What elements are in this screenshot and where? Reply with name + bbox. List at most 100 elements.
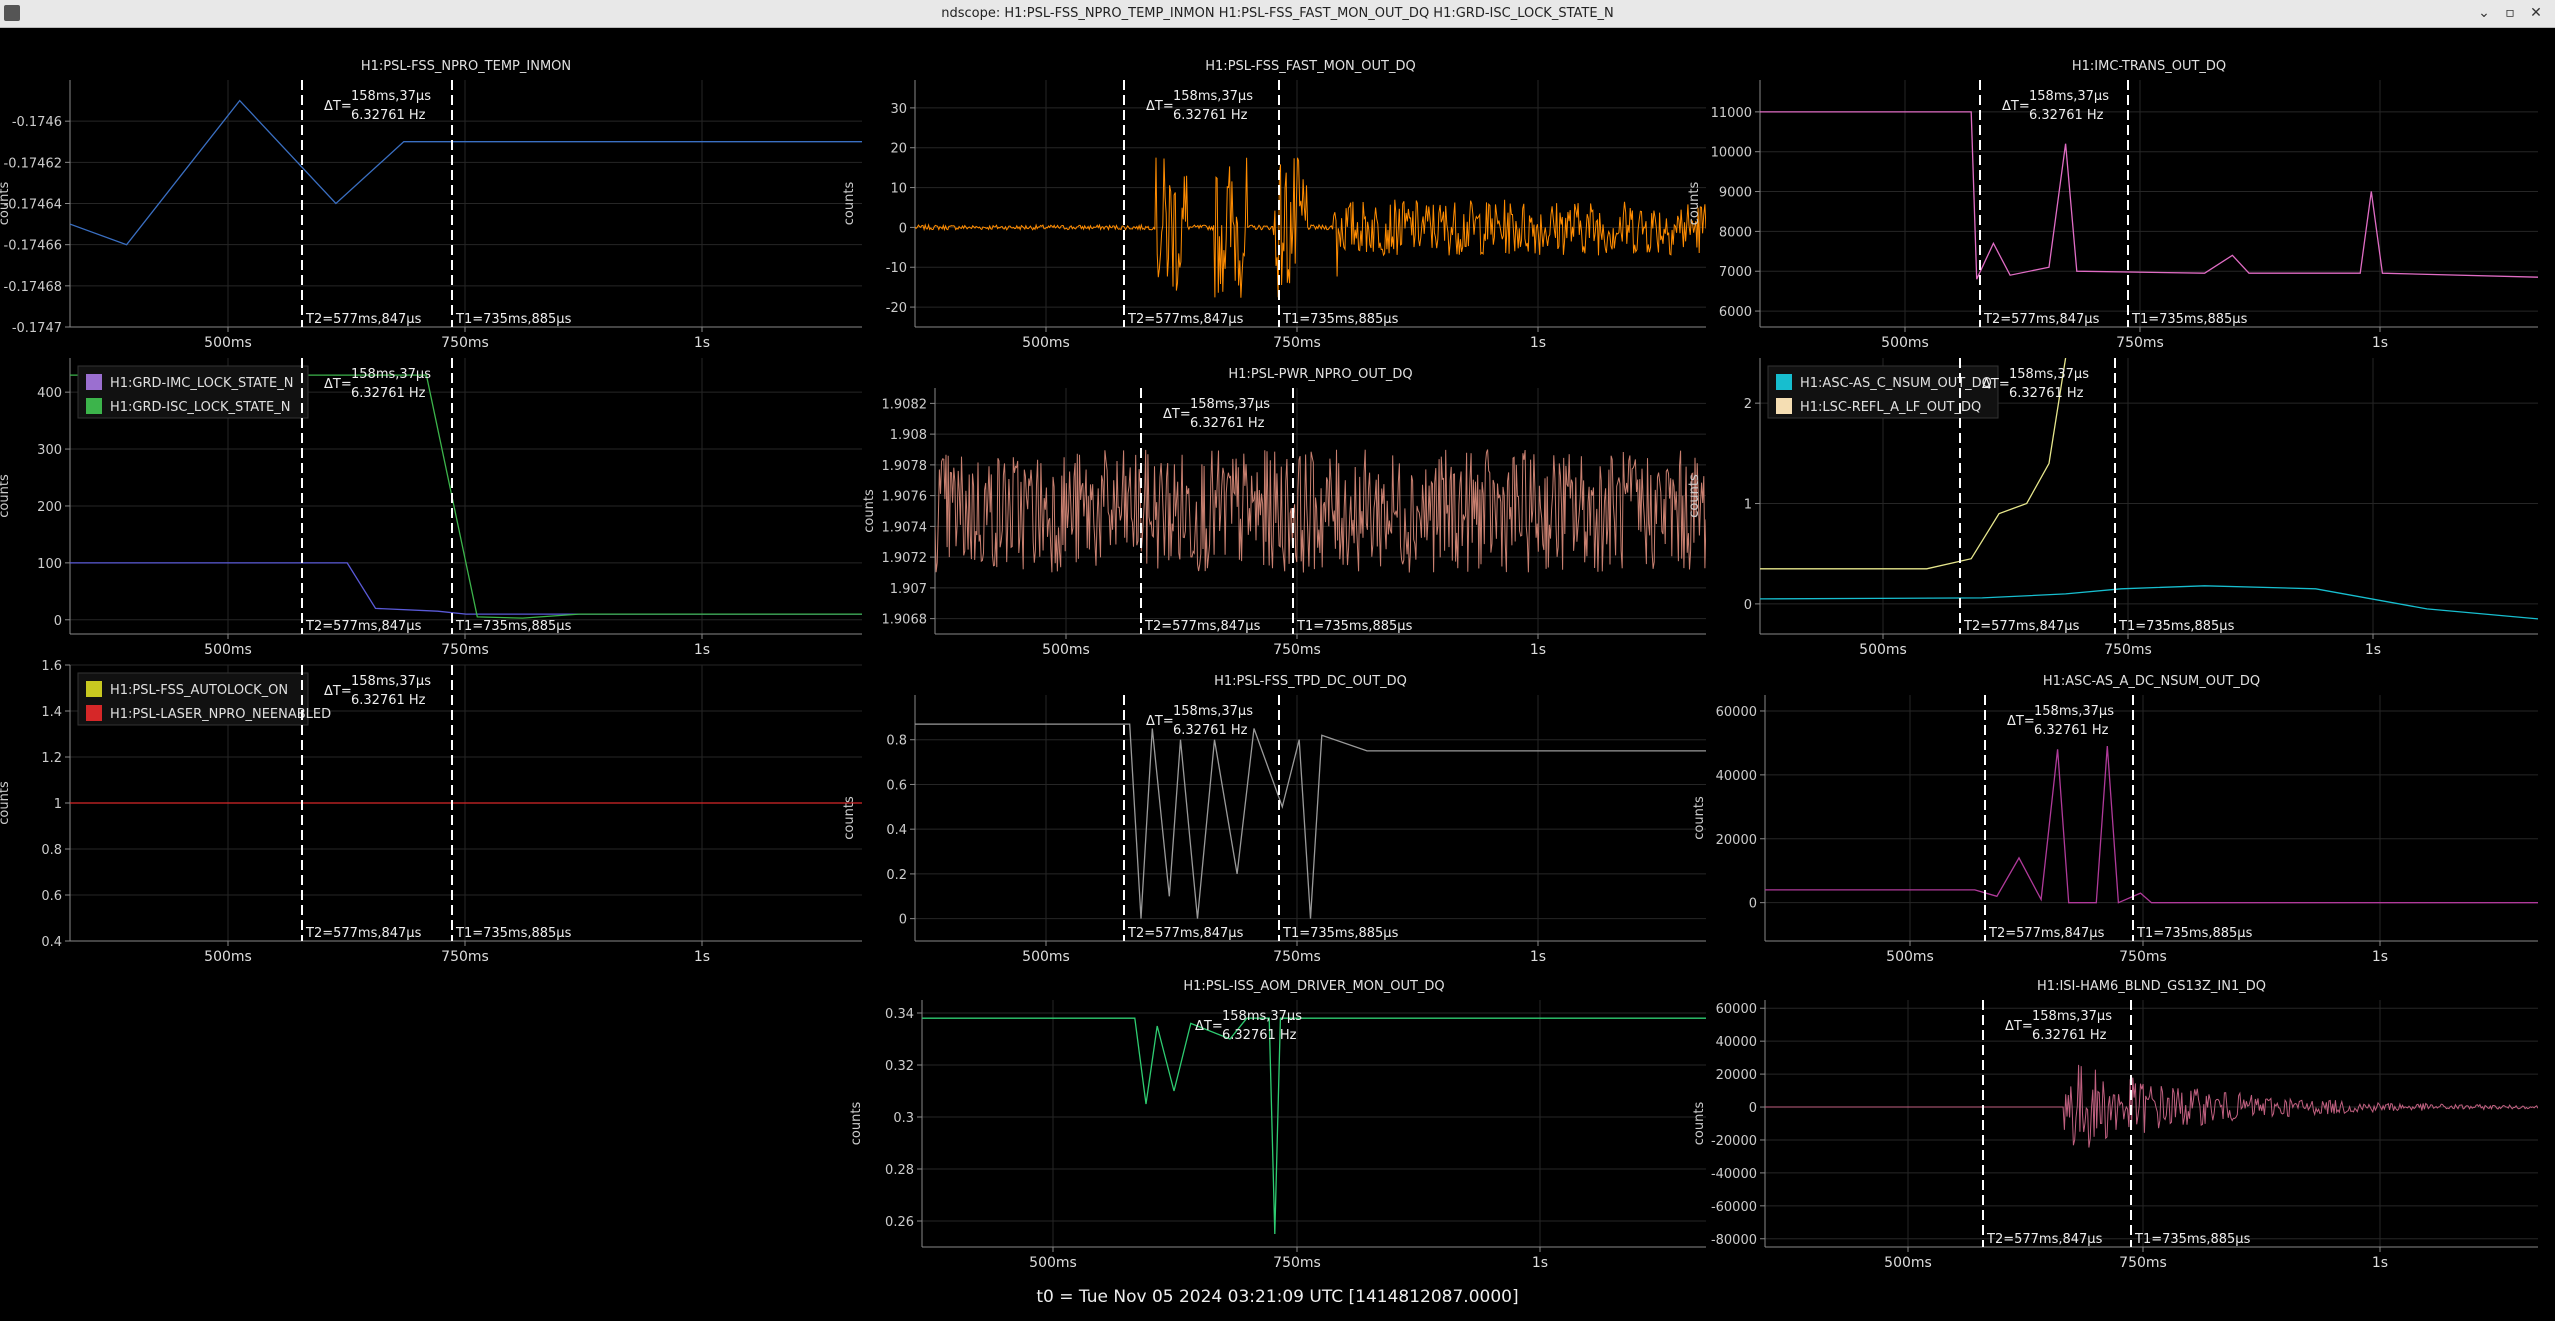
plot-iss-aom[interactable]: H1:PSL-ISS_AOM_DRIVER_MON_OUT_DQ 0.34 0.32…: [849, 979, 1706, 1271]
y-axis-label: counts: [842, 182, 857, 226]
series-line: [935, 449, 1706, 573]
y-tick-label: 0: [1749, 1101, 1757, 1116]
legend: H1:GRD-IMC_LOCK_STATE_N H1:GRD-ISC_LOCK_S…: [77, 365, 309, 419]
plot-npro-temp[interactable]: H1:PSL-FSS_NPRO_TEMP_INMON -0.1746 -0.1746…: [0, 59, 862, 351]
delta-t-freq: 6.32761 Hz: [1222, 1028, 1297, 1043]
minimize-icon[interactable]: ⌄: [2474, 3, 2494, 23]
legend: H1:ASC-AS_C_NSUM_OUT_DQ H1:LSC-REFL_A_LF_…: [1767, 365, 1999, 419]
delta-t-freq: 6.32761 Hz: [351, 693, 426, 708]
close-icon[interactable]: ✕: [2526, 3, 2546, 23]
t0-label: t0 = Tue Nov 05 2024 03:21:09 UTC [14148…: [1036, 1287, 1519, 1307]
y-tick-label: 1.9082: [882, 397, 928, 412]
y-tick-label: 1.9076: [882, 490, 928, 505]
series-line: [1760, 585, 2538, 620]
legend-label: H1:LSC-REFL_A_LF_OUT_DQ: [1800, 400, 1981, 415]
window-titlebar: ndscope: H1:PSL-FSS_NPRO_TEMP_INMON H1:P…: [0, 0, 2555, 28]
x-tick-label: 750ms: [441, 642, 489, 658]
delta-t-value: 158ms,37μs: [351, 367, 431, 382]
x-tick-label: 500ms: [1859, 642, 1907, 658]
y-axis-label: counts: [1687, 182, 1702, 226]
y-tick-label: 10000: [1711, 146, 1752, 161]
plot-imc-trans[interactable]: H1:IMC-TRANS_OUT_DQ 11000 10000 9000 8000 700…: [1687, 59, 2538, 351]
y-tick-label: 30: [890, 102, 907, 117]
cursor-t2-label: T2=577ms,847μs: [305, 312, 422, 327]
y-tick-label: 40000: [1716, 769, 1757, 784]
legend-label: H1:PSL-LASER_NPRO_NEENABLED: [110, 707, 331, 722]
y-tick-label: 0.8: [886, 734, 907, 749]
delta-t-value: 158ms,37μs: [351, 89, 431, 104]
y-tick-label: 1.6: [41, 659, 62, 674]
x-tick-label: 500ms: [1886, 949, 1934, 965]
plot-pwr-npro[interactable]: H1:PSL-PWR_NPRO_OUT_DQ 1.9082 1.908 1.9078 1…: [862, 367, 1706, 658]
y-tick-label: -20: [886, 301, 907, 316]
y-tick-label: -0.1746: [12, 115, 62, 130]
legend-label: H1:ASC-AS_C_NSUM_OUT_DQ: [1800, 376, 1992, 391]
y-axis-label: counts: [849, 1102, 864, 1146]
plot-title: H1:ASC-AS_A_DC_NSUM_OUT_DQ: [2043, 674, 2260, 689]
delta-t-label: ΔT=: [1146, 99, 1174, 114]
delta-t-value: 158ms,37μs: [1190, 397, 1270, 412]
y-tick-label: 1.907: [890, 582, 927, 597]
y-tick-label: 0.2: [886, 868, 907, 883]
plot-autolock[interactable]: 1.6 1.4 1.2 1 0.8 0.6 0.4 counts 500ms 750ms 1s H1:…: [0, 659, 862, 965]
y-axis-label: counts: [0, 474, 12, 518]
plot-lock-state[interactable]: 400 300 200 100 0 counts 500ms 750ms 1s H1:GRD-IM…: [0, 358, 862, 658]
y-tick-label: 0: [899, 221, 907, 236]
delta-t-freq: 6.32761 Hz: [2009, 386, 2084, 401]
cursor-t1-label: T1=735ms,885μs: [1282, 312, 1399, 327]
plot-title: H1:ISI-HAM6_BLND_GS13Z_IN1_DQ: [2037, 979, 2266, 994]
x-tick-label: 750ms: [2104, 642, 2152, 658]
x-tick-label: 1s: [694, 335, 710, 351]
y-tick-label: 100: [37, 557, 62, 572]
plot-title: H1:IMC-TRANS_OUT_DQ: [2072, 59, 2226, 74]
series-line: [1760, 111, 2538, 280]
delta-t-value: 158ms,37μs: [351, 674, 431, 689]
legend-swatch: [86, 374, 102, 390]
x-tick-label: 750ms: [2119, 1255, 2167, 1271]
plot-isi-ham6[interactable]: H1:ISI-HAM6_BLND_GS13Z_IN1_DQ 60000 40000 2…: [1692, 979, 2538, 1271]
x-tick-label: 500ms: [204, 642, 252, 658]
delta-t-label: ΔT=: [324, 377, 352, 392]
legend-label: H1:GRD-IMC_LOCK_STATE_N: [110, 376, 293, 391]
series-line: [915, 723, 1706, 919]
cursor-t2-label: T2=577ms,847μs: [1963, 619, 2080, 634]
cursor-t1-label: T1=735ms,885μs: [2134, 1232, 2251, 1247]
y-tick-label: 1.9074: [882, 520, 928, 535]
plot-asc-nsum[interactable]: 2 1 0 counts 500ms 750ms 1s H1:ASC-AS_C_NSUM_OU…: [1687, 358, 2538, 658]
plot-grid[interactable]: H1:PSL-FSS_NPRO_TEMP_INMON -0.1746 -0.1746…: [0, 28, 2555, 1284]
cursor-t2-label: T2=577ms,847μs: [1127, 312, 1244, 327]
y-axis-label: counts: [842, 796, 857, 840]
cursor-t2-label: T2=577ms,847μs: [305, 619, 422, 634]
legend-swatch: [1776, 398, 1792, 414]
y-tick-label: 0: [1749, 897, 1757, 912]
x-tick-label: 500ms: [204, 949, 252, 965]
plot-tpd-dc[interactable]: H1:PSL-FSS_TPD_DC_OUT_DQ 0.8 0.6 0.4 0.2 0 cou…: [842, 674, 1706, 965]
delta-t-freq: 6.32761 Hz: [2032, 1028, 2107, 1043]
plot-title: H1:PSL-PWR_NPRO_OUT_DQ: [1228, 367, 1412, 382]
series-line: [70, 562, 862, 615]
y-tick-label: 60000: [1716, 705, 1757, 720]
y-tick-label: 0: [1744, 598, 1752, 613]
x-tick-label: 750ms: [1273, 642, 1321, 658]
x-tick-label: 500ms: [1029, 1255, 1077, 1271]
x-tick-label: 500ms: [1042, 642, 1090, 658]
delta-t-value: 158ms,37μs: [1222, 1009, 1302, 1024]
plot-as-a-dc[interactable]: H1:ASC-AS_A_DC_NSUM_OUT_DQ 60000 40000 2000…: [1692, 674, 2538, 965]
delta-t-value: 158ms,37μs: [2009, 367, 2089, 382]
y-tick-label: 0.3: [893, 1111, 914, 1126]
y-tick-label: 1.2: [41, 751, 62, 766]
y-tick-label: 1: [1744, 498, 1752, 513]
cursor-t1-label: T1=735ms,885μs: [2118, 619, 2235, 634]
y-tick-label: -0.17466: [4, 239, 62, 254]
y-tick-label: -0.1747: [12, 321, 62, 336]
y-tick-label: 0.4: [41, 935, 62, 950]
maximize-icon[interactable]: ▫: [2500, 3, 2520, 23]
x-tick-label: 500ms: [1022, 335, 1070, 351]
y-axis-label: counts: [862, 489, 877, 533]
plot-title: H1:PSL-FSS_FAST_MON_OUT_DQ: [1205, 59, 1415, 74]
plot-fast-mon[interactable]: H1:PSL-FSS_FAST_MON_OUT_DQ 30 20 10 0 -10 -20 c…: [842, 59, 1706, 351]
y-tick-label: 1.9078: [882, 459, 928, 474]
y-tick-label: 1.9068: [882, 613, 928, 628]
window-title: ndscope: H1:PSL-FSS_NPRO_TEMP_INMON H1:P…: [941, 6, 1614, 21]
y-tick-label: -0.17464: [4, 198, 62, 213]
